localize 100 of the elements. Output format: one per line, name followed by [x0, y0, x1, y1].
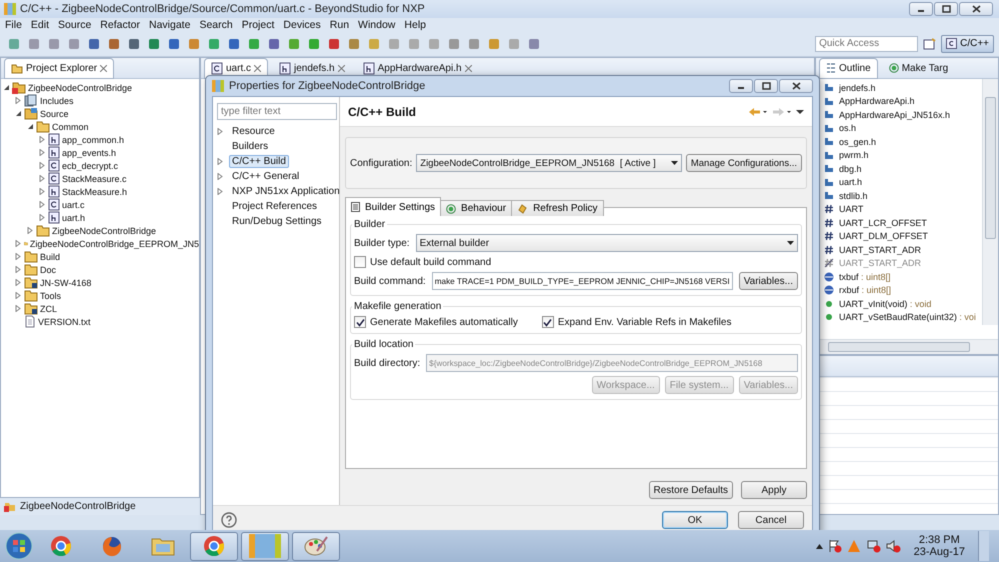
outline-item[interactable]: AppHardwareApi.h	[839, 96, 915, 106]
outline-item[interactable]: UART_vSetBaudRate(uint32) : voi	[839, 312, 976, 322]
flag-icon[interactable]	[828, 539, 842, 553]
nav-item[interactable]: Project References	[229, 200, 320, 213]
nav-item[interactable]: Run/Debug Settings	[229, 215, 325, 228]
outline-item[interactable]: stdlib.h	[839, 190, 868, 201]
taskbar-app-button[interactable]	[190, 532, 238, 560]
tree-item[interactable]: uart.c	[62, 200, 85, 210]
perspective-button[interactable]: C/C++	[941, 34, 994, 52]
expand-arrow-icon[interactable]	[39, 162, 46, 169]
outline-item[interactable]: pwrm.h	[839, 150, 869, 160]
configuration-dropdown[interactable]: ZigbeeNodeControlBridge_EEPROM_JN5168 [ Active ]	[416, 154, 682, 172]
panel-tab[interactable]: Project Explorer	[4, 58, 114, 78]
outline-item[interactable]: dbg.h	[839, 164, 862, 174]
expand-arrow-icon[interactable]	[15, 253, 22, 260]
quick-access-field[interactable]: Quick Access	[815, 36, 918, 52]
outline-item[interactable]: UART_DLM_OFFSET	[839, 231, 928, 242]
tree-item[interactable]: Tools	[40, 290, 62, 300]
network-icon[interactable]	[866, 539, 881, 553]
expand-arrow-icon[interactable]	[39, 201, 46, 208]
tree-item[interactable]: ZigbeeNodeControlBridge_EEPROM_JN5	[30, 238, 199, 248]
expand-arrow-icon[interactable]	[39, 149, 46, 156]
expand-arrow-icon[interactable]	[217, 173, 224, 180]
tree-item[interactable]: app_events.h	[62, 148, 116, 158]
builder-type-dropdown[interactable]: External builder	[416, 234, 798, 252]
tree-item[interactable]: Build	[40, 252, 60, 262]
help-icon[interactable]	[221, 512, 237, 528]
tree-item[interactable]: StackMeasure.c	[62, 174, 127, 184]
outline-item[interactable]: os_gen.h	[839, 136, 876, 147]
minimize-button[interactable]	[729, 79, 753, 93]
nav-item[interactable]: C/C++ Build	[229, 155, 289, 168]
outline-item[interactable]: jendefs.h	[839, 82, 876, 93]
panel-tab[interactable]: Make Targ	[882, 58, 956, 78]
menu-item[interactable]: Navigate	[148, 18, 190, 30]
outline-item[interactable]: txbuf : uint8[]	[839, 272, 891, 282]
menu-item[interactable]: Devices	[283, 18, 321, 30]
tree-item[interactable]: StackMeasure.h	[62, 186, 128, 196]
tree-item[interactable]: ZigbeeNodeControlBridge	[52, 226, 156, 236]
outline-item[interactable]: uart.h	[839, 177, 862, 188]
taskbar-app-button[interactable]	[241, 532, 289, 560]
speaker-icon[interactable]	[886, 539, 901, 553]
page-button[interactable]: Apply	[741, 481, 807, 499]
expand-arrow-icon[interactable]	[39, 175, 46, 182]
tree-item[interactable]: JN-SW-4168	[40, 278, 92, 288]
menu-item[interactable]: Project	[242, 18, 274, 30]
taskbar-app-button[interactable]	[292, 532, 340, 560]
close-icon[interactable]	[254, 64, 262, 72]
menu-item[interactable]: Help	[404, 18, 426, 30]
outline-item[interactable]: UART_START_ADR	[839, 244, 922, 255]
tree-item[interactable]: Common	[52, 122, 89, 132]
maximize-button[interactable]	[934, 2, 958, 16]
scrollbar[interactable]	[982, 79, 998, 325]
clock-date[interactable]: 23-Aug-17	[914, 546, 965, 558]
collapse-arrow-icon[interactable]	[27, 123, 34, 130]
tree-item[interactable]: ZCL	[40, 304, 58, 314]
dialog-button[interactable]: OK	[662, 511, 728, 529]
expand-arrow-icon[interactable]	[217, 158, 224, 165]
nav-item[interactable]: Resource	[229, 125, 278, 138]
variables-button[interactable]: Variables...	[738, 272, 798, 290]
tree-item[interactable]: VERSION.txt	[38, 316, 91, 326]
outline-item[interactable]: os.h	[839, 123, 856, 134]
expand-arrow-icon[interactable]	[39, 136, 46, 143]
nav-item[interactable]: Builders	[229, 140, 272, 153]
page-button[interactable]: Restore Defaults	[648, 481, 733, 499]
show-desktop-button[interactable]	[978, 531, 989, 561]
build-command-field[interactable]: make TRACE=1 PDM_BUILD_TYPE=_EEPROM JENNIC_CHIP=JN5168 VERSI	[432, 272, 733, 290]
menu-item[interactable]: Edit	[30, 18, 50, 30]
manage-configurations-button[interactable]: Manage Configurations...	[686, 154, 802, 172]
outline-item[interactable]: UART_vInit(void) : void	[839, 298, 932, 309]
expand-arrow-icon[interactable]	[15, 240, 22, 247]
editor-tab[interactable]: jendefs.h	[272, 58, 352, 78]
clock-time[interactable]: 2:38 PM	[918, 534, 960, 546]
menu-item[interactable]: Source	[58, 18, 92, 30]
up-arrow-icon[interactable]	[816, 544, 823, 548]
expand-arrow-icon[interactable]	[15, 266, 22, 273]
menu-item[interactable]: Window	[358, 18, 396, 30]
menu-item[interactable]: Search	[199, 18, 233, 30]
expand-arrow-icon[interactable]	[15, 292, 22, 299]
expand-arrow-icon[interactable]	[39, 188, 46, 195]
back-arrow-icon[interactable]	[748, 106, 768, 116]
expand-arrow-icon[interactable]	[15, 97, 22, 104]
close-icon[interactable]	[338, 64, 345, 72]
close-icon[interactable]	[464, 64, 472, 72]
tree-item[interactable]: Doc	[40, 264, 56, 274]
nav-item[interactable]: C/C++ General	[229, 170, 302, 183]
tree-item[interactable]: Includes	[40, 96, 74, 106]
expand-arrow-icon[interactable]	[15, 305, 22, 312]
tree-item[interactable]: ecb_decrypt.c	[62, 160, 118, 170]
maximize-button[interactable]	[754, 79, 778, 93]
menu-item[interactable]: Refactor	[100, 18, 140, 30]
outline-item[interactable]: UART_LCR_OFFSET	[839, 218, 927, 228]
checkbox[interactable]	[542, 316, 554, 328]
expand-arrow-icon[interactable]	[27, 227, 34, 234]
expand-arrow-icon[interactable]	[15, 279, 22, 286]
start-button[interactable]	[4, 531, 34, 561]
tree-item[interactable]: Source	[40, 108, 69, 118]
outline-item[interactable]: rxbuf : uint8[]	[839, 285, 892, 296]
close-button[interactable]	[779, 79, 813, 93]
collapse-arrow-icon[interactable]	[15, 110, 22, 117]
close-button[interactable]	[959, 2, 993, 16]
